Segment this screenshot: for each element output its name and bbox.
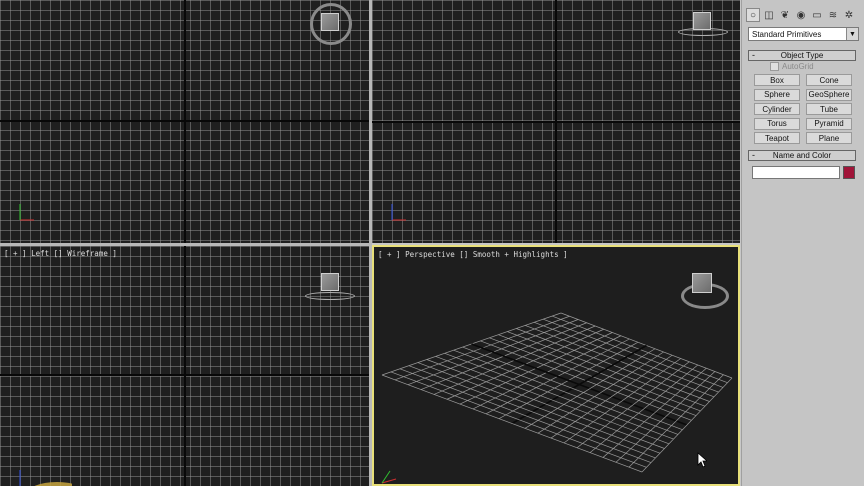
viewport-front[interactable] xyxy=(372,0,740,243)
object-type-rollout[interactable]: - Object Type xyxy=(748,50,856,61)
perspective-grid xyxy=(381,312,733,473)
rollout-title: Object Type xyxy=(780,51,824,60)
object-name-input[interactable] xyxy=(752,166,840,179)
autogrid-checkbox[interactable]: AutoGrid xyxy=(770,62,814,71)
checkbox-icon[interactable] xyxy=(770,62,779,71)
cone-button[interactable]: Cone xyxy=(806,74,852,86)
tube-button[interactable]: Tube xyxy=(806,103,852,115)
viewcube[interactable] xyxy=(693,12,711,30)
axis-triad-icon xyxy=(391,204,406,221)
collapse-icon[interactable]: - xyxy=(752,150,755,160)
viewport-label[interactable]: [ + ] Left [] Wireframe ] xyxy=(4,249,117,258)
teapot-button[interactable]: Teapot xyxy=(754,132,800,144)
category-value: Standard Primitives xyxy=(752,29,822,39)
object-color-swatch[interactable] xyxy=(843,166,855,179)
viewport-left[interactable]: [ + ] Left [] Wireframe ] xyxy=(0,246,369,486)
cylinder-button[interactable]: Cylinder xyxy=(754,103,800,115)
pyramid-button[interactable]: Pyramid xyxy=(806,117,852,130)
plane-button[interactable]: Plane xyxy=(806,132,852,144)
mouse-cursor-icon xyxy=(697,452,707,468)
viewcube[interactable] xyxy=(692,273,712,293)
collapse-icon[interactable]: - xyxy=(752,50,755,60)
object-type-buttons: Box Cone Sphere GeoSphere Cylinder Tube Torus P… xyxy=(754,74,852,144)
viewport-separator[interactable] xyxy=(0,243,372,246)
sphere-button[interactable]: Sphere xyxy=(754,88,800,101)
display-icon[interactable]: ▭ xyxy=(810,8,824,22)
modify-icon[interactable]: ◫ xyxy=(762,8,776,22)
geosphere-button[interactable]: GeoSphere xyxy=(806,88,852,101)
systems-icon[interactable]: ✲ xyxy=(842,8,856,22)
axis-triad-icon xyxy=(381,470,397,484)
name-and-color-rollout[interactable]: - Name and Color xyxy=(748,150,856,161)
rollout-title: Name and Color xyxy=(772,151,832,160)
viewport-top[interactable] xyxy=(0,0,369,243)
command-panel-tabs: ○ ◫ ❦ ◉ ▭ ≋ ✲ xyxy=(746,8,856,22)
create-icon[interactable]: ○ xyxy=(746,8,760,22)
torus-button[interactable]: Torus xyxy=(754,117,800,130)
viewcube[interactable] xyxy=(321,273,339,291)
viewcube-ring[interactable] xyxy=(305,292,355,300)
command-panel: ○ ◫ ❦ ◉ ▭ ≋ ✲ Standard Primitives ▼ - Object T… xyxy=(741,0,864,486)
category-dropdown[interactable]: Standard Primitives ▼ xyxy=(748,27,859,41)
box-button[interactable]: Box xyxy=(754,74,800,86)
viewcube[interactable] xyxy=(321,13,339,31)
motion-icon[interactable]: ◉ xyxy=(794,8,808,22)
viewport-perspective[interactable]: [ + ] Perspective [] Smooth + Highlights… xyxy=(372,245,740,486)
autogrid-label: AutoGrid xyxy=(782,62,814,71)
chevron-down-icon[interactable]: ▼ xyxy=(846,28,858,40)
utilities-icon[interactable]: ≋ xyxy=(826,8,840,22)
hierarchy-icon[interactable]: ❦ xyxy=(778,8,792,22)
axis-triad-icon xyxy=(19,470,72,486)
axis-triad-icon xyxy=(19,204,34,221)
